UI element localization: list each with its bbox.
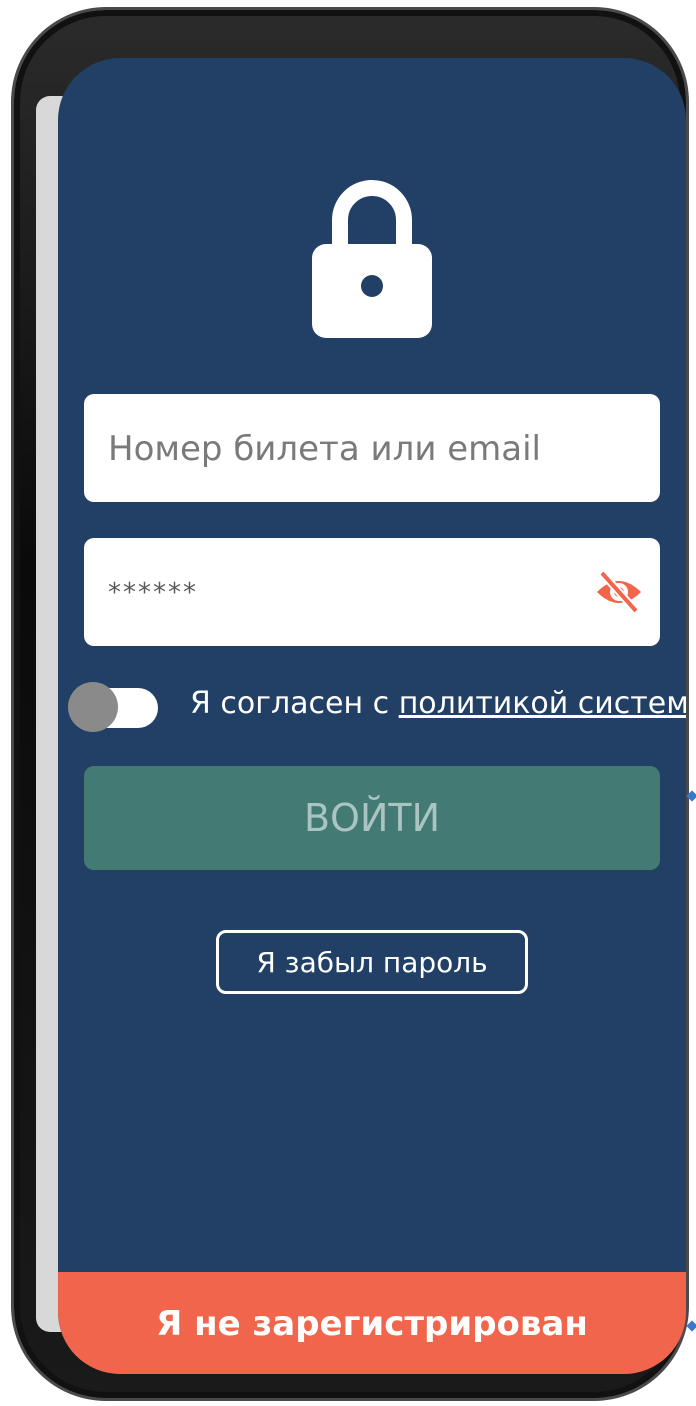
consent-prefix: Я согласен с bbox=[190, 686, 399, 721]
side-marker bbox=[686, 1320, 696, 1332]
login-input[interactable] bbox=[106, 394, 590, 504]
side-marker bbox=[686, 790, 696, 802]
consent-row: Я согласен с политикой систем bbox=[68, 682, 686, 734]
policy-link[interactable]: политикой систем bbox=[399, 686, 686, 721]
register-button[interactable]: Я не зарегистрирован bbox=[58, 1272, 686, 1374]
password-input[interactable] bbox=[106, 538, 590, 648]
login-field[interactable] bbox=[84, 394, 660, 504]
password-field[interactable] bbox=[84, 538, 660, 648]
login-button[interactable]: ВОЙТИ bbox=[84, 766, 660, 870]
phone-frame: Я согласен с политикой систем ВОЙТИ Я за… bbox=[14, 10, 686, 1398]
login-screen: Я согласен с политикой систем ВОЙТИ Я за… bbox=[58, 58, 686, 1374]
consent-toggle[interactable] bbox=[68, 682, 158, 732]
lock-icon bbox=[312, 180, 432, 338]
forgot-password-button[interactable]: Я забыл пароль bbox=[216, 930, 528, 994]
toggle-knob bbox=[68, 682, 118, 732]
eye-off-icon[interactable] bbox=[594, 569, 644, 615]
consent-text: Я согласен с политикой систем bbox=[190, 686, 686, 721]
